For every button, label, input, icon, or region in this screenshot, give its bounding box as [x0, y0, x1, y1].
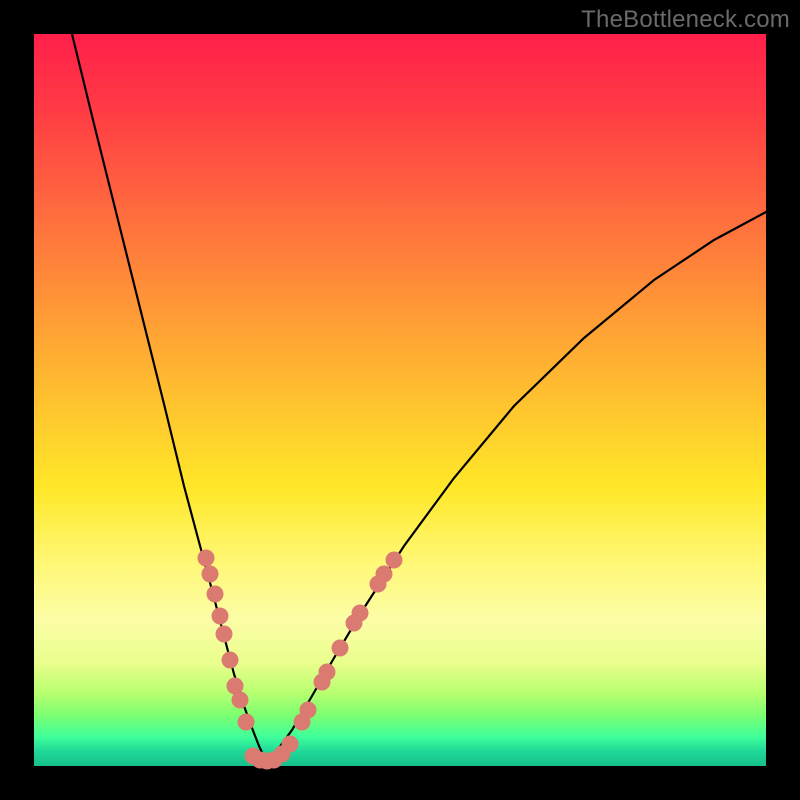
data-point: [282, 736, 299, 753]
plot-area: [34, 34, 766, 766]
data-point: [207, 586, 224, 603]
data-point: [212, 608, 229, 625]
data-point: [300, 702, 317, 719]
data-point: [238, 714, 255, 731]
bottleneck-curve-right: [266, 212, 766, 761]
data-point: [352, 605, 369, 622]
data-point: [198, 550, 215, 567]
data-point: [332, 640, 349, 657]
data-points: [198, 550, 403, 770]
data-point: [216, 626, 233, 643]
data-point: [222, 652, 239, 669]
data-point: [232, 692, 249, 709]
chart-frame: TheBottleneck.com: [0, 0, 800, 800]
watermark-text: TheBottleneck.com: [581, 6, 790, 34]
data-point: [202, 566, 219, 583]
bottleneck-curve-left: [72, 34, 266, 761]
data-point: [386, 552, 403, 569]
data-point: [319, 664, 336, 681]
data-point: [376, 566, 393, 583]
curve-layer: [34, 34, 766, 766]
